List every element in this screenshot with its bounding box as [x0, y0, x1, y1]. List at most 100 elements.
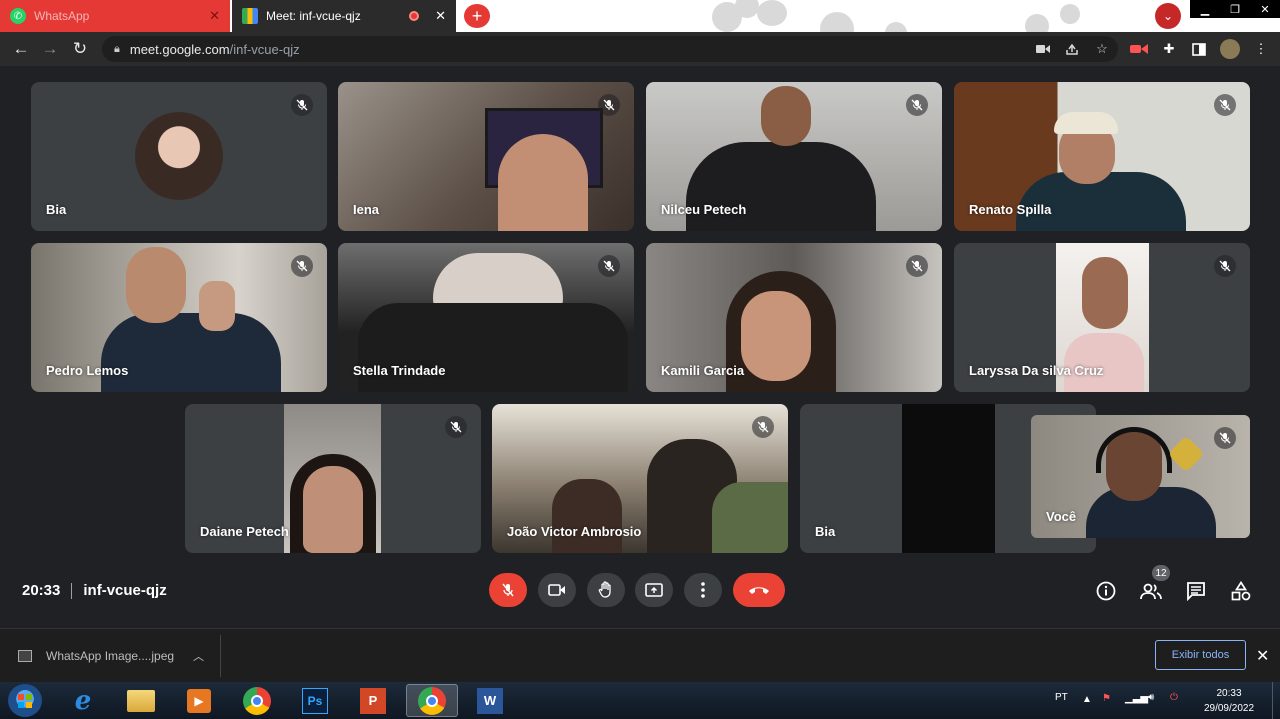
- minimize-icon[interactable]: ▁: [1190, 0, 1220, 18]
- mic-off-icon: [502, 583, 514, 597]
- taskbar-media-player[interactable]: ▶: [174, 684, 224, 717]
- hand-icon: [598, 581, 611, 598]
- side-panel-icon[interactable]: [1190, 40, 1208, 58]
- tab-whatsapp[interactable]: ✆ WhatsApp ✕: [0, 0, 230, 32]
- taskbar-photoshop[interactable]: Ps: [290, 684, 340, 717]
- taskbar-internet-explorer[interactable]: e: [58, 684, 108, 717]
- close-window-icon[interactable]: ✕: [1250, 0, 1280, 18]
- extensions-puzzle-icon[interactable]: ✚: [1160, 40, 1178, 58]
- taskbar-chrome[interactable]: [232, 684, 282, 717]
- forward-arrow-icon[interactable]: →: [39, 39, 61, 59]
- participant-tile[interactable]: Nilceu Petech: [646, 82, 942, 231]
- show-desktop-button[interactable]: [1272, 682, 1280, 719]
- action-center-flag-icon[interactable]: ⚑: [1102, 693, 1111, 704]
- volume-icon[interactable]: 🔊︎: [1148, 692, 1154, 703]
- participant-name: Laryssa Da silva Cruz: [969, 363, 1104, 378]
- start-button[interactable]: [8, 684, 42, 717]
- participant-tile[interactable]: Renato Spilla: [954, 82, 1250, 231]
- close-tab-icon[interactable]: ✕: [435, 8, 446, 24]
- mic-off-icon: [598, 94, 620, 116]
- activities-button[interactable]: [1229, 579, 1253, 603]
- recording-indicator-icon: [409, 11, 420, 21]
- tab-search-chevron-icon[interactable]: ⌄: [1155, 3, 1181, 29]
- participant-tile[interactable]: Pedro Lemos: [31, 243, 327, 392]
- whatsapp-icon: ✆: [10, 8, 26, 24]
- reload-icon[interactable]: ↻: [69, 39, 91, 59]
- show-hidden-icons-chevron-icon[interactable]: ▲: [1082, 694, 1092, 705]
- share-icon[interactable]: [1063, 40, 1081, 58]
- close-download-bar-icon[interactable]: ✕: [1256, 646, 1269, 666]
- participant-name: Bia: [46, 202, 67, 217]
- toggle-camera-button[interactable]: [538, 573, 576, 607]
- meeting-details: 20:33 inf-vcue-qjz: [22, 582, 167, 599]
- word-icon: W: [477, 687, 503, 714]
- camera-icon: [548, 584, 565, 596]
- new-tab-button[interactable]: +: [464, 4, 490, 28]
- extension-video-icon[interactable]: [1130, 40, 1148, 58]
- more-vertical-icon: [701, 582, 705, 598]
- download-filename: WhatsApp Image....jpeg: [46, 649, 175, 663]
- chevron-up-icon[interactable]: ︿: [193, 648, 204, 664]
- mic-off-icon: [291, 94, 313, 116]
- tab-meet[interactable]: Meet: inf-vcue-qjz ✕: [232, 0, 456, 32]
- participant-tile[interactable]: Iena: [338, 82, 634, 231]
- video-feed-person: [358, 303, 628, 392]
- present-screen-button[interactable]: [635, 573, 673, 607]
- network-signal-icon[interactable]: ▁▃▅: [1125, 693, 1148, 704]
- taskbar-word[interactable]: W: [465, 684, 515, 717]
- powerpoint-icon: P: [360, 687, 386, 714]
- back-arrow-icon[interactable]: ←: [10, 39, 32, 59]
- leave-call-button[interactable]: [733, 573, 785, 607]
- participant-name: Kamili Garcia: [661, 363, 745, 378]
- menu-dots-icon[interactable]: ⋮: [1252, 40, 1270, 58]
- address-bar[interactable]: 🔒︎ meet.google.com/inf-vcue-qjz: [102, 36, 1118, 62]
- camera-indicator-icon[interactable]: [1034, 40, 1052, 58]
- power-status-icon[interactable]: ⏻: [1170, 692, 1178, 703]
- self-view-tile[interactable]: Você: [1031, 415, 1250, 538]
- internet-explorer-icon: e: [74, 685, 92, 716]
- taskbar-file-explorer[interactable]: [116, 684, 166, 717]
- windows-logo-icon: [18, 693, 32, 708]
- present-icon: [645, 583, 663, 597]
- window-controls: ▁ ❐ ✕: [1190, 0, 1280, 18]
- taskbar-chrome-active[interactable]: [406, 684, 458, 717]
- restore-icon[interactable]: ❐: [1220, 0, 1250, 18]
- hang-up-icon: [749, 587, 769, 594]
- mic-off-icon: [1214, 94, 1236, 116]
- url-host: meet.google.com: [129, 41, 230, 57]
- tab-whatsapp-label: WhatsApp: [34, 9, 90, 23]
- participant-name: Nilceu Petech: [661, 202, 747, 217]
- participant-tile[interactable]: Laryssa Da silva Cruz: [954, 243, 1250, 392]
- participant-avatar: [135, 112, 223, 200]
- download-item[interactable]: WhatsApp Image....jpeg: [18, 649, 174, 663]
- gold-heart-decoration-icon: [1167, 435, 1205, 473]
- profile-avatar[interactable]: [1220, 39, 1240, 59]
- participant-tile[interactable]: Daiane Petech: [185, 404, 481, 553]
- chat-button[interactable]: [1184, 579, 1208, 603]
- input-language-indicator[interactable]: PT: [1055, 692, 1068, 703]
- more-options-button[interactable]: [684, 573, 722, 607]
- video-feed-person: [686, 142, 876, 231]
- participant-tile[interactable]: Stella Trindade: [338, 243, 634, 392]
- meeting-info-button[interactable]: [1094, 579, 1118, 603]
- participant-name: Daiane Petech: [200, 524, 289, 539]
- participant-tile[interactable]: João Victor Ambrosio: [492, 404, 788, 553]
- close-tab-icon[interactable]: ✕: [209, 8, 220, 24]
- raise-hand-button[interactable]: [587, 573, 625, 607]
- participant-tile[interactable]: Kamili Garcia: [646, 243, 942, 392]
- show-all-downloads-button[interactable]: Exibir todos: [1155, 640, 1246, 670]
- url-path: /inf-vcue-qjz: [229, 41, 300, 57]
- participant-name: Bia: [815, 524, 836, 539]
- taskbar-clock[interactable]: 20:33 29/09/2022: [1196, 686, 1262, 716]
- participant-tile[interactable]: Bia: [31, 82, 327, 231]
- bookmark-star-icon[interactable]: ☆: [1093, 40, 1111, 58]
- file-explorer-icon: [127, 689, 155, 712]
- mic-off-icon: [291, 255, 313, 277]
- toggle-microphone-button[interactable]: [489, 573, 527, 607]
- people-button[interactable]: [1139, 579, 1163, 603]
- meeting-code: inf-vcue-qjz: [83, 582, 167, 599]
- video-feed-person: [552, 479, 622, 553]
- video-feed-face: [761, 86, 811, 146]
- lock-icon[interactable]: 🔒︎: [114, 43, 120, 56]
- taskbar-powerpoint[interactable]: P: [348, 684, 398, 717]
